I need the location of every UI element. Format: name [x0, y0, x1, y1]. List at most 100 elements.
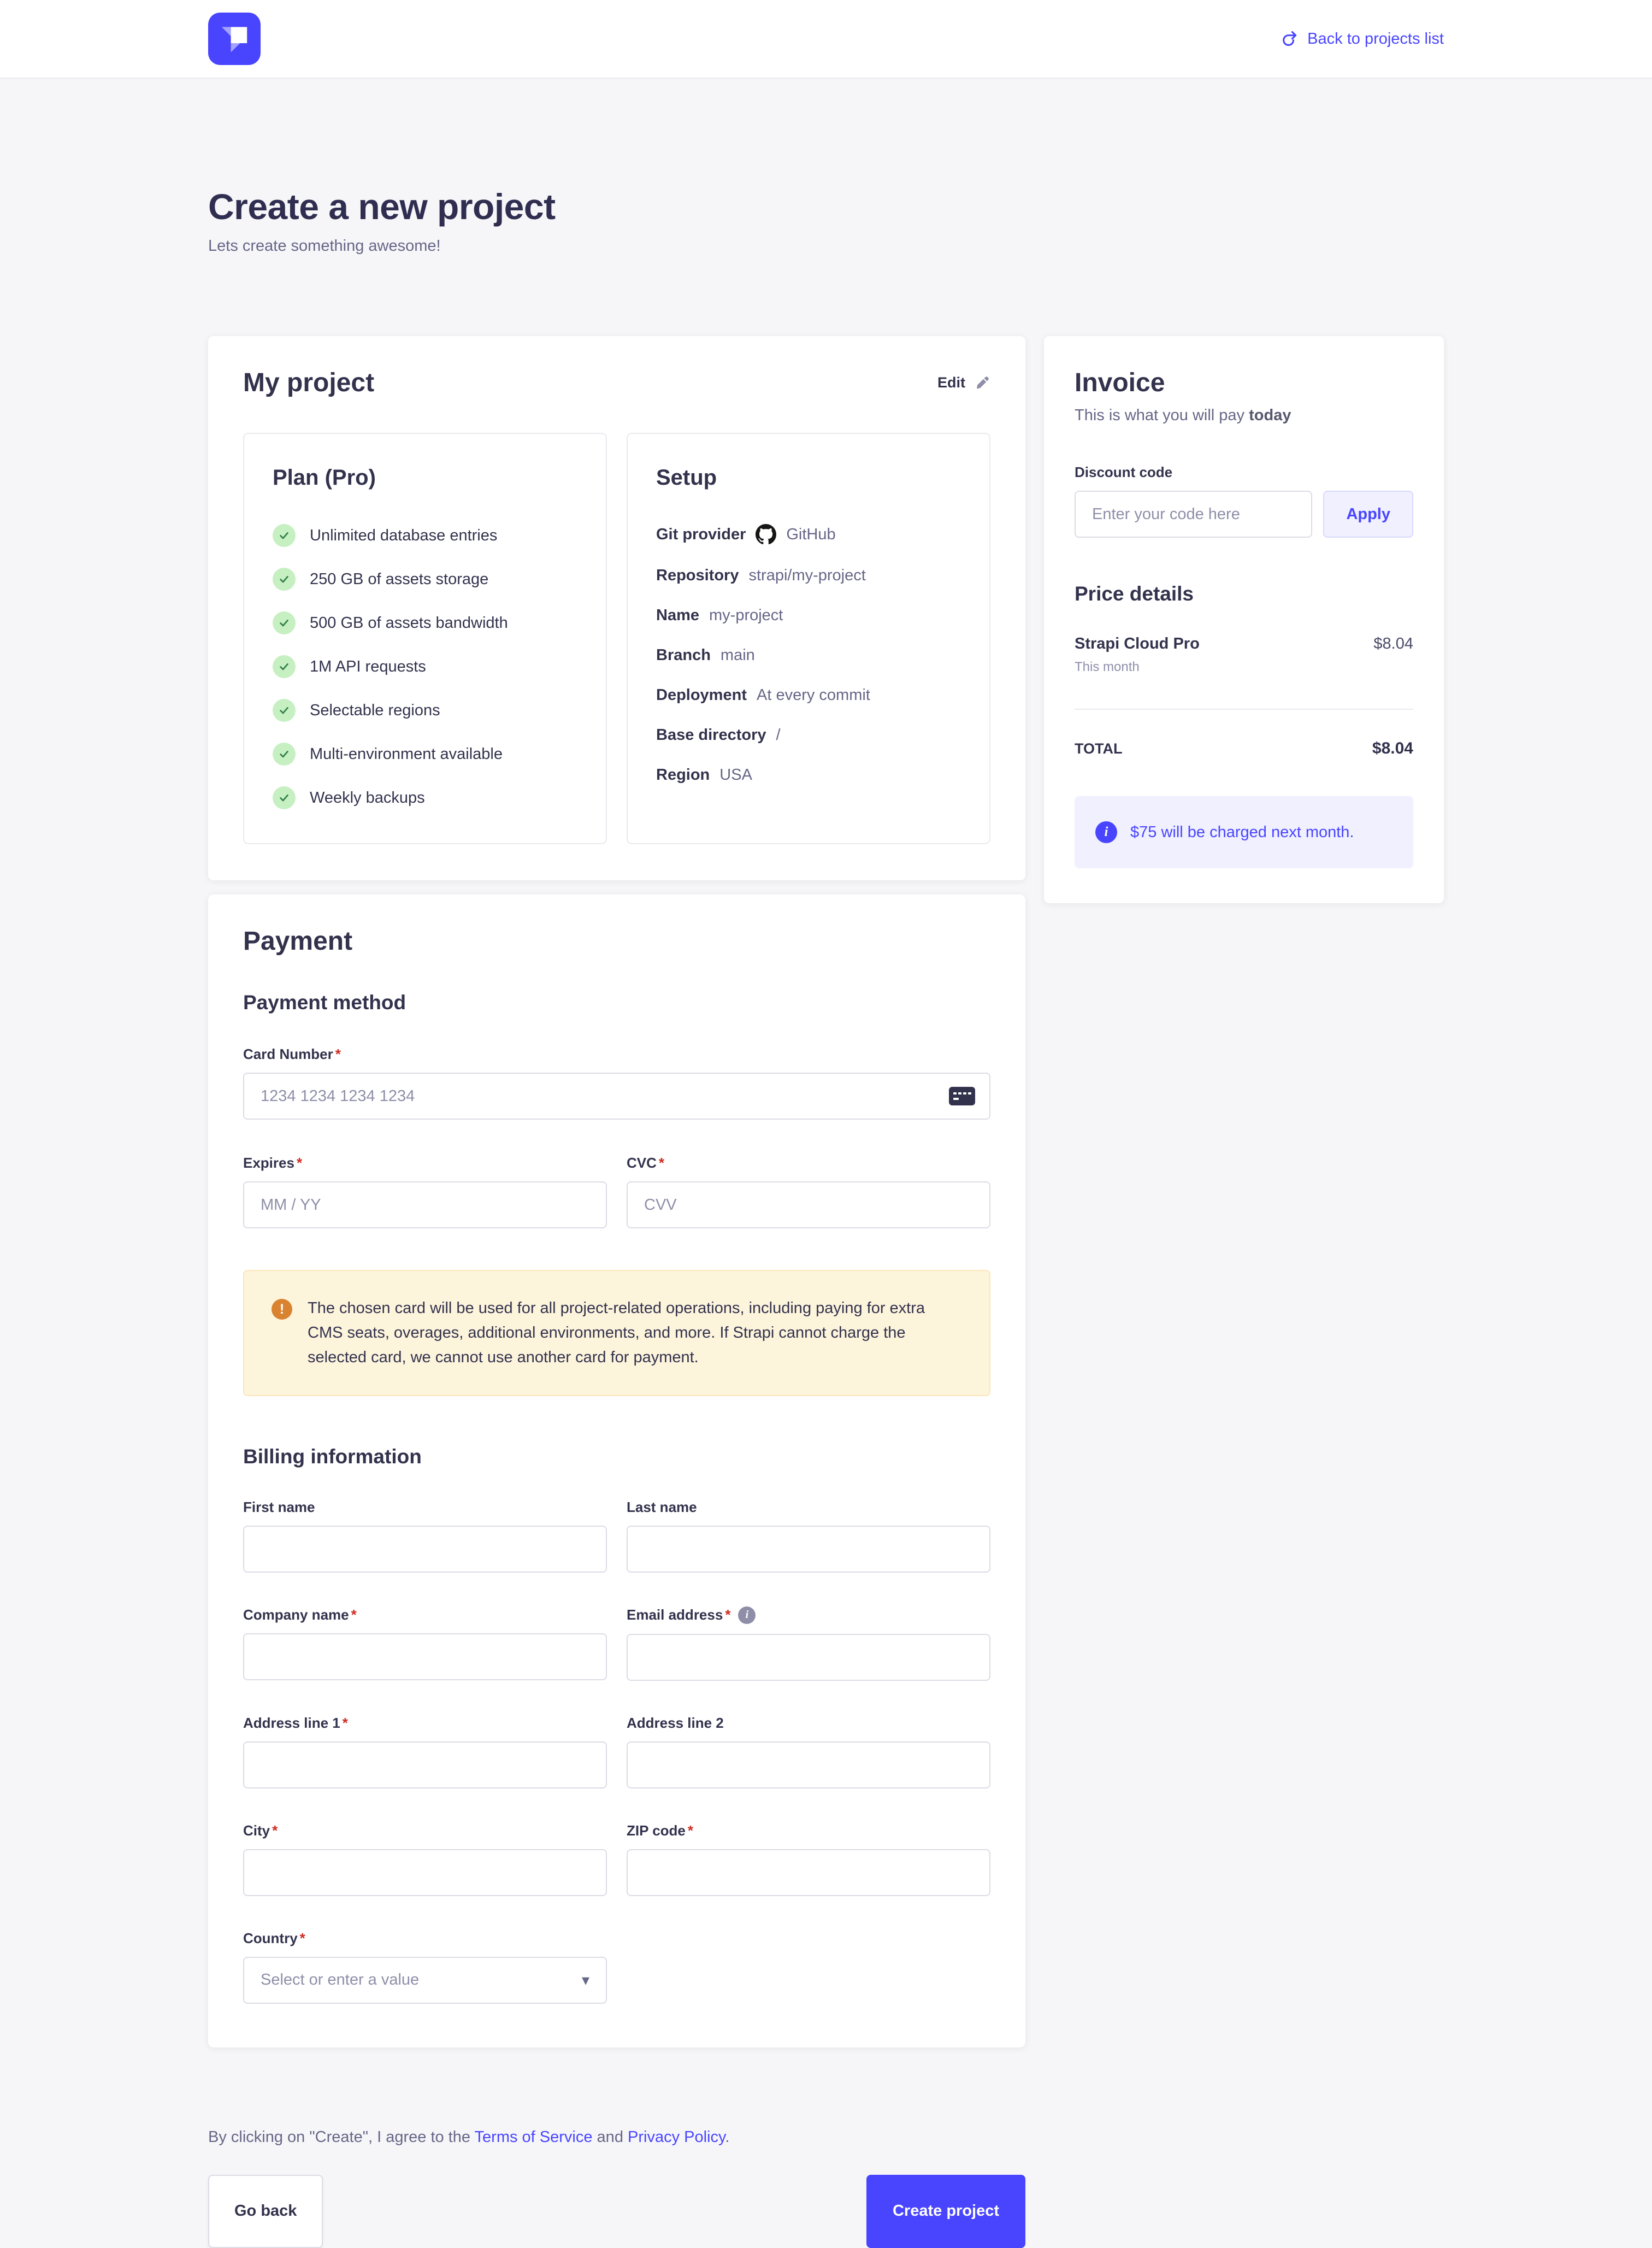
billing-input[interactable] [627, 1849, 990, 1896]
billing-field-label-text: ZIP code [627, 1822, 686, 1839]
billing-field: Address line 1* [243, 1715, 607, 1788]
required-asterisk: * [335, 1046, 341, 1063]
billing-field-label: First name [243, 1499, 607, 1516]
back-link-label: Back to projects list [1307, 30, 1444, 48]
caret-down-icon: ▾ [582, 1971, 589, 1989]
plan-feature: Multi-environment available [273, 743, 577, 766]
setup-row: Repository strapi/my-project [656, 567, 961, 585]
billing-field-label-text: Address line 1 [243, 1715, 340, 1732]
setup-label: Deployment [656, 686, 747, 704]
billing-input[interactable] [243, 1849, 607, 1896]
billing-field-label-text: First name [243, 1499, 315, 1516]
setup-value: / [776, 726, 781, 744]
country-select[interactable]: Select or enter a value ▾ [243, 1957, 607, 2004]
required-asterisk: * [300, 1930, 305, 1947]
billing-input[interactable] [627, 1741, 990, 1788]
billing-field-label-text: Address line 2 [627, 1715, 724, 1732]
discount-code-input[interactable] [1075, 491, 1312, 538]
page-subtitle: Lets create something awesome! [208, 237, 1444, 255]
back-to-projects-link[interactable]: Back to projects list [1280, 30, 1444, 48]
plan-feature-list: Unlimited database entries 250 GB of ass… [273, 524, 577, 809]
next-month-note: i $75 will be charged next month. [1075, 796, 1413, 868]
setup-label: Repository [656, 567, 739, 585]
setup-row: Branch main [656, 646, 961, 664]
billing-field-label: Company name* [243, 1606, 607, 1623]
billing-input[interactable] [627, 1526, 990, 1573]
line-item-name: Strapi Cloud Pro [1075, 635, 1200, 653]
country-field: Country* Select or enter a value ▾ [243, 1930, 607, 2004]
create-project-button[interactable]: Create project [866, 2175, 1025, 2248]
required-asterisk: * [659, 1155, 664, 1172]
privacy-policy-link[interactable]: Privacy Policy [628, 2128, 725, 2146]
discount-code-label: Discount code [1075, 464, 1413, 481]
line-item-period: This month [1075, 660, 1200, 675]
check-icon [273, 524, 296, 547]
go-back-button[interactable]: Go back [208, 2175, 323, 2248]
billing-grid: First name Last name Company name* Email… [243, 1499, 990, 2004]
project-card-title: My project [243, 368, 374, 398]
check-icon [273, 655, 296, 678]
plan-feature-label: 250 GB of assets storage [310, 570, 488, 589]
plan-feature: 500 GB of assets bandwidth [273, 611, 577, 634]
billing-field: Address line 2 [627, 1715, 990, 1788]
required-asterisk: * [688, 1822, 693, 1839]
plan-feature-label: Unlimited database entries [310, 527, 497, 545]
expires-label: Expires* [243, 1155, 607, 1172]
card-number-input[interactable] [243, 1073, 990, 1120]
plan-feature: 250 GB of assets storage [273, 568, 577, 591]
billing-field: Company name* [243, 1606, 607, 1681]
plan-feature: 1M API requests [273, 655, 577, 678]
payment-title: Payment [243, 926, 990, 956]
billing-input[interactable] [243, 1741, 607, 1788]
total-row: TOTAL $8.04 [1075, 739, 1413, 758]
setup-value: strapi/my-project [748, 567, 865, 585]
plan-feature-label: Multi-environment available [310, 745, 503, 763]
invoice-card: Invoice This is what you will pay today … [1044, 336, 1444, 903]
billing-field-label-text: City [243, 1822, 270, 1839]
setup-label: Name [656, 607, 699, 625]
total-label: TOTAL [1075, 740, 1123, 757]
required-asterisk: * [725, 1606, 730, 1623]
edit-button[interactable]: Edit [937, 374, 990, 391]
billing-field-label-text: Company name [243, 1606, 349, 1623]
pencil-icon [974, 375, 990, 391]
billing-input[interactable] [243, 1633, 607, 1680]
plan-title: Plan (Pro) [273, 466, 577, 490]
invoice-title: Invoice [1075, 368, 1413, 398]
billing-field-label: ZIP code* [627, 1822, 990, 1839]
terms-text: By clicking on "Create", I agree to the … [208, 2128, 1025, 2146]
billing-field: Email address* i [627, 1606, 990, 1681]
billing-field-label: Last name [627, 1499, 990, 1516]
project-card: My project Edit Plan (Pro) Unlimited dat… [208, 336, 1025, 880]
info-icon: i [1095, 821, 1117, 843]
plan-feature: Unlimited database entries [273, 524, 577, 547]
warning-text: The chosen card will be used for all pro… [308, 1296, 962, 1370]
required-asterisk: * [351, 1606, 357, 1623]
terms-of-service-link[interactable]: Terms of Service [475, 2128, 593, 2146]
setup-row: Region USA [656, 766, 961, 784]
plan-feature-label: 500 GB of assets bandwidth [310, 614, 508, 632]
setup-row: Name my-project [656, 607, 961, 625]
setup-row: Git provider GitHub [656, 524, 961, 545]
edit-button-label: Edit [937, 374, 965, 391]
strapi-logo[interactable] [208, 13, 261, 65]
check-icon [273, 611, 296, 634]
billing-field-label-text: Email address [627, 1606, 723, 1623]
apply-button[interactable]: Apply [1323, 491, 1413, 538]
info-icon-gray[interactable]: i [738, 1606, 756, 1624]
form-footer: By clicking on "Create", I agree to the … [208, 2128, 1025, 2248]
billing-input[interactable] [627, 1634, 990, 1681]
plan-feature-label: Weekly backups [310, 789, 425, 807]
credit-card-icon [949, 1087, 975, 1105]
github-icon [756, 524, 776, 545]
setup-label: Region [656, 766, 710, 784]
billing-field: ZIP code* [627, 1822, 990, 1896]
payment-method-title: Payment method [243, 991, 990, 1014]
expires-input[interactable] [243, 1181, 607, 1228]
cvc-input[interactable] [627, 1181, 990, 1228]
total-amount: $8.04 [1372, 739, 1413, 758]
required-asterisk: * [272, 1822, 278, 1839]
required-asterisk: * [297, 1155, 302, 1172]
page-title: Create a new project [208, 186, 1444, 227]
billing-input[interactable] [243, 1526, 607, 1573]
